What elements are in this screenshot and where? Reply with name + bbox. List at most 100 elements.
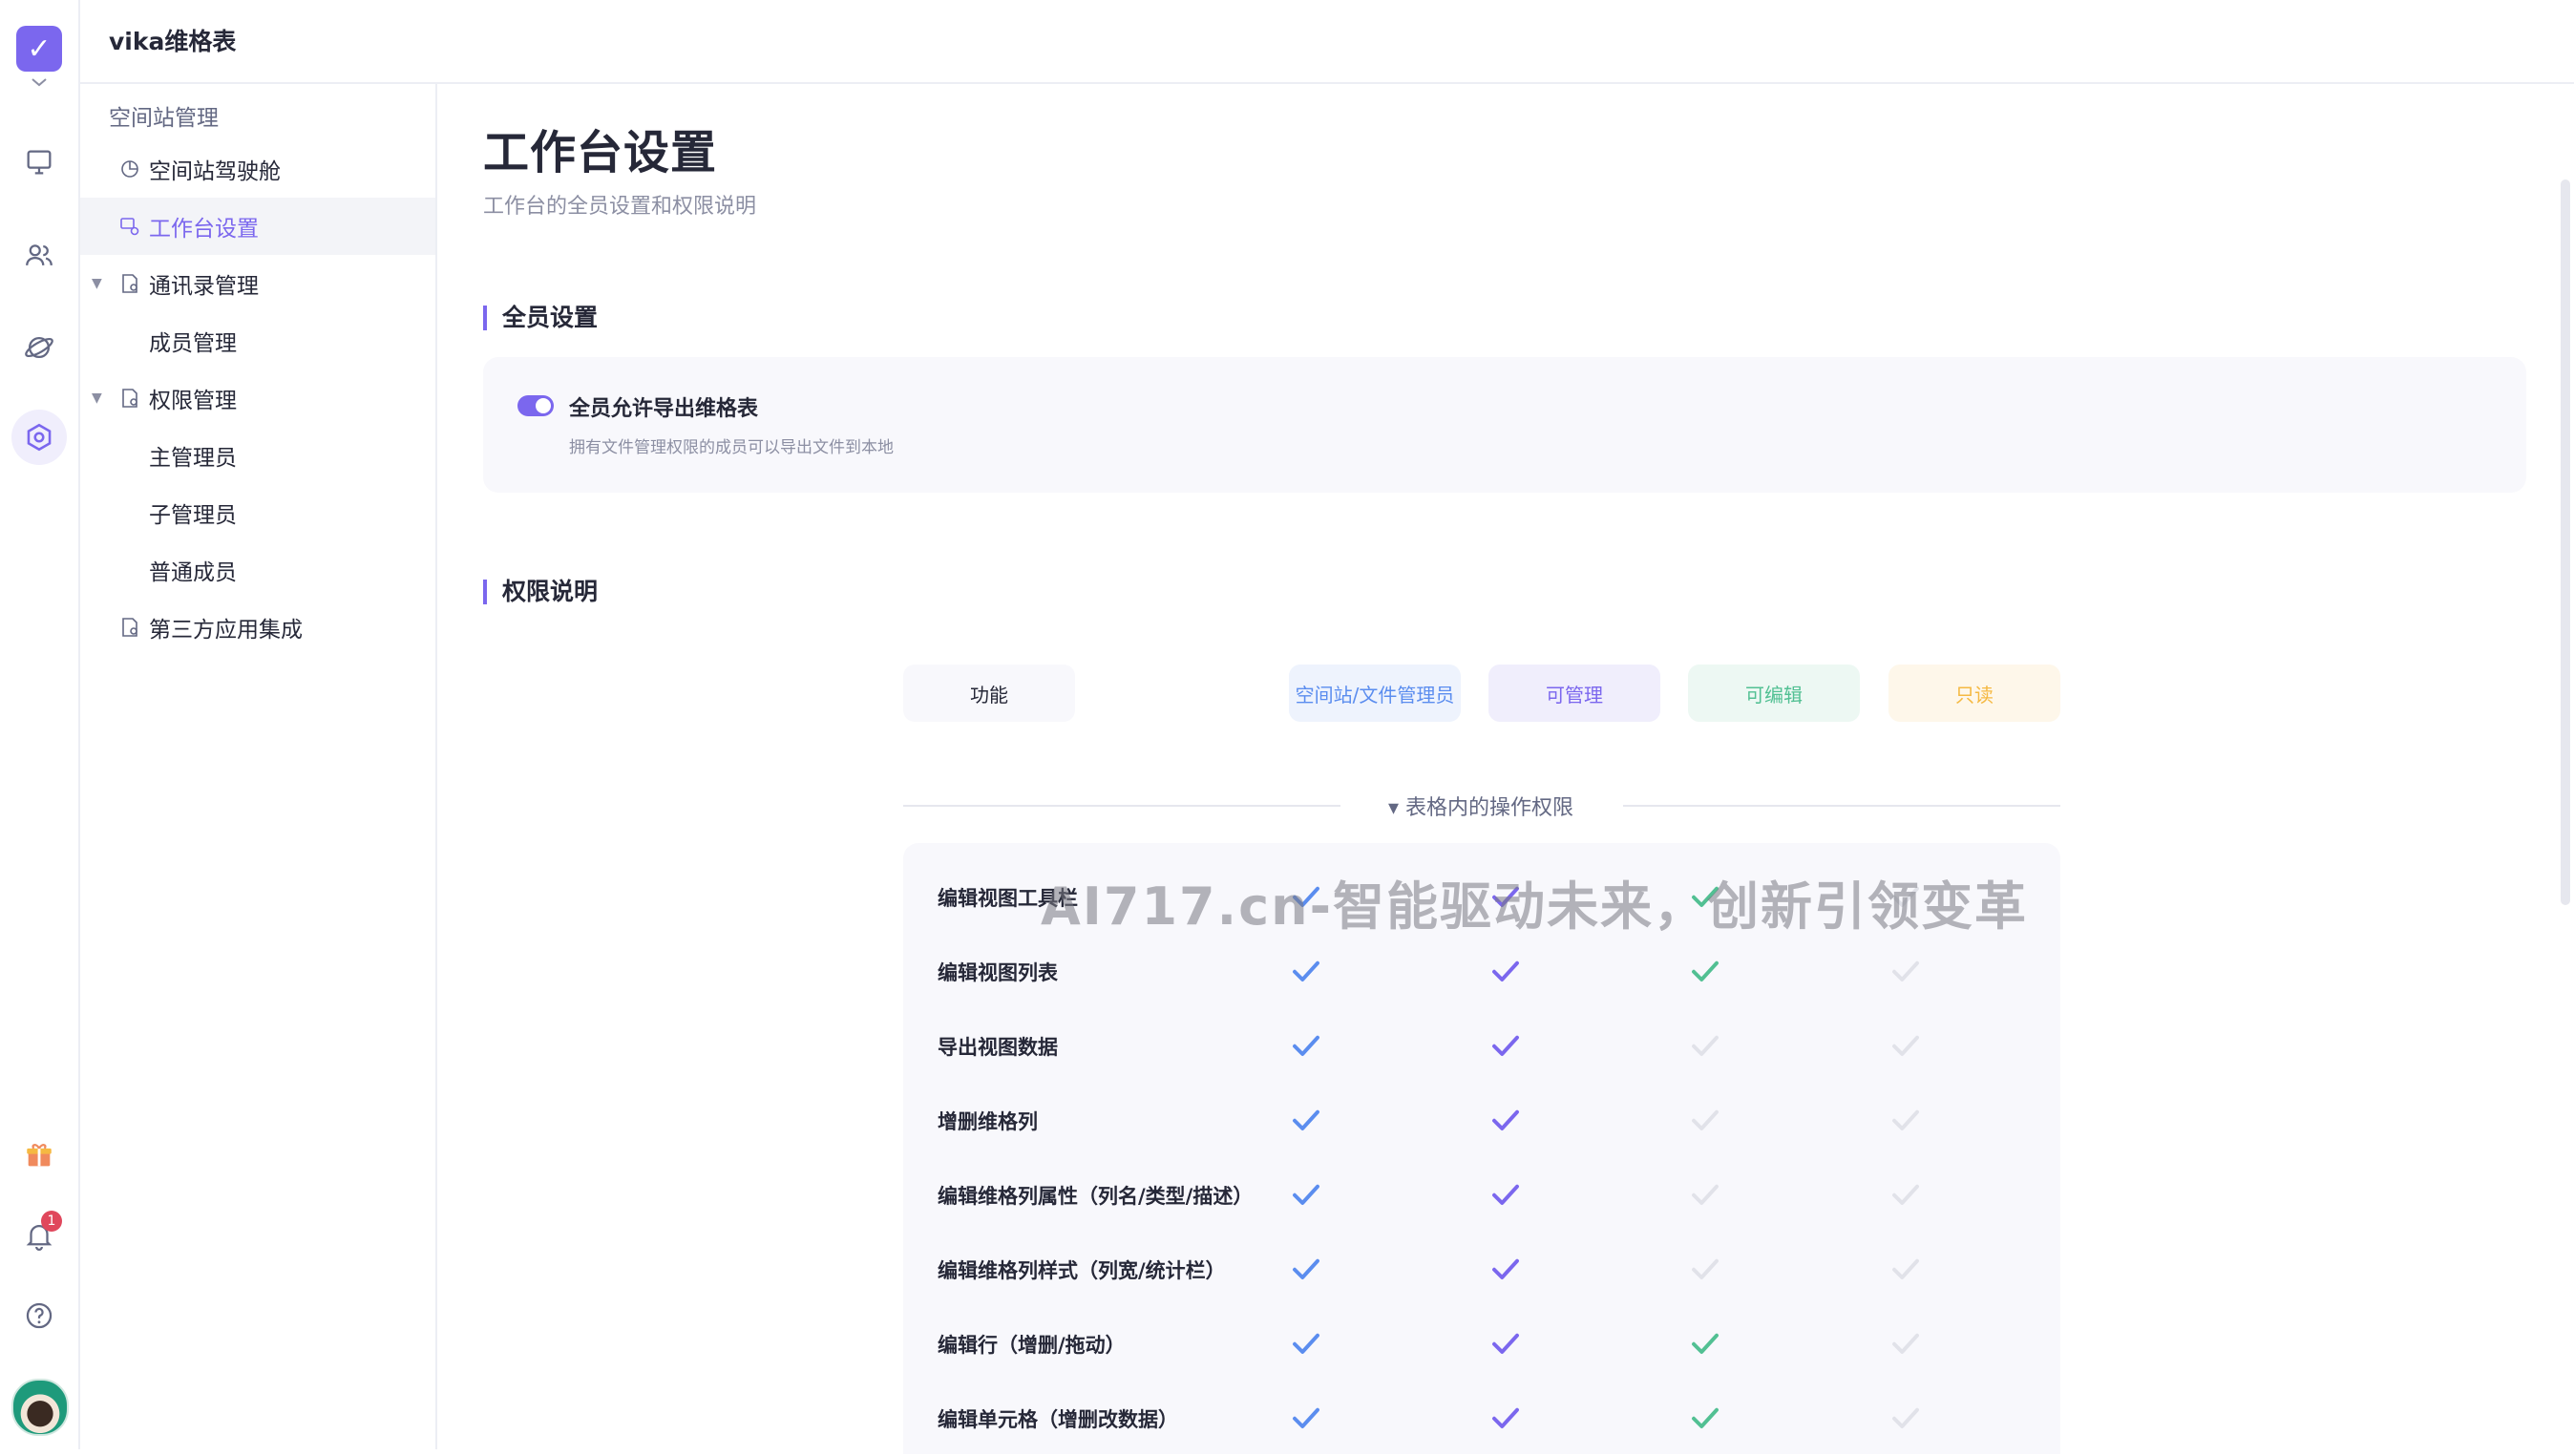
- column-header-editor: 可编辑: [1688, 665, 1860, 722]
- watermark-text: AI717.cn-智能驱动未来，创新引领变革: [1041, 876, 2028, 937]
- page-description: 工作台的全员设置和权限说明: [483, 195, 757, 219]
- notification-badge: 1: [41, 1211, 62, 1232]
- check-icon: [1492, 1035, 1519, 1056]
- check-icon: [1692, 960, 1719, 981]
- check-icon: [1492, 1258, 1519, 1279]
- permission-function-label: 编辑维格列样式（列宽/统计栏）: [938, 1259, 1226, 1282]
- check-disabled-icon: [1692, 1109, 1719, 1130]
- permission-function-label: 编辑行（增删/拖动）: [938, 1334, 1126, 1357]
- permission-function-label: 增删维格列: [938, 1110, 1038, 1133]
- column-header-admin: 空间站/文件管理员: [1289, 665, 1461, 722]
- export-toggle-label: 全员允许导出维格表: [569, 397, 759, 421]
- sidebar-item-permissions[interactable]: ▼ 权限管理: [80, 369, 435, 427]
- settings-sidebar: 空间站管理 空间站驾驶舱 工作台设置 ▼ 通讯录管理 成员管理 ▼ 权限管理 主…: [80, 84, 437, 1449]
- contacts-manage-icon: [122, 274, 137, 293]
- page-title: 工作台设置: [483, 126, 718, 179]
- check-icon: [1492, 1407, 1519, 1428]
- caret-down-icon[interactable]: ▼: [92, 390, 102, 406]
- check-disabled-icon: [1892, 960, 1919, 981]
- sidebar-item-contacts-manage[interactable]: ▼ 通讯录管理: [80, 255, 435, 312]
- permission-function-label: 导出视图数据: [938, 1036, 1058, 1059]
- sidebar-item-sub-admin[interactable]: 子管理员: [80, 484, 435, 541]
- check-disabled-icon: [1692, 1258, 1719, 1279]
- check-icon: [1692, 1407, 1719, 1428]
- space-settings-icon[interactable]: [11, 410, 67, 465]
- sidebar-item-label: 子管理员: [149, 503, 237, 528]
- permission-row: 增删维格列: [903, 1084, 2060, 1158]
- column-header-reader: 只读: [1888, 665, 2060, 722]
- sidebar-item-label: 工作台设置: [149, 217, 259, 242]
- section-heading-all-settings: 全员设置: [483, 306, 598, 330]
- check-icon: [1293, 1184, 1319, 1205]
- permission-row: 编辑维格列属性（列名/类型/描述）: [903, 1158, 2060, 1233]
- check-icon: [1293, 1035, 1319, 1056]
- check-disabled-icon: [1892, 1407, 1919, 1428]
- sidebar-section-title: 空间站管理: [109, 106, 219, 131]
- scrollbar[interactable]: [2561, 179, 2570, 905]
- user-avatar[interactable]: [11, 1379, 69, 1436]
- permission-row: 导出视图数据: [903, 1009, 2060, 1084]
- vika-logo[interactable]: ✓: [16, 26, 62, 72]
- sidebar-item-label: 普通成员: [149, 560, 237, 585]
- check-disabled-icon: [1692, 1184, 1719, 1205]
- column-header-function: 功能: [903, 665, 1075, 722]
- check-icon: [1492, 1109, 1519, 1130]
- check-icon: [1492, 1333, 1519, 1354]
- all-settings-card: 全员允许导出维格表 拥有文件管理权限的成员可以导出文件到本地: [483, 357, 2526, 493]
- check-icon: [1492, 960, 1519, 981]
- gift-icon[interactable]: [18, 1134, 60, 1176]
- check-icon: [1293, 960, 1319, 981]
- check-icon: [1293, 1333, 1319, 1354]
- workbench-icon[interactable]: [18, 141, 60, 183]
- help-icon[interactable]: [18, 1295, 60, 1337]
- sidebar-item-workbench-settings[interactable]: 工作台设置: [80, 198, 435, 255]
- top-bar: vika维格表: [80, 0, 2574, 84]
- sidebar-item-integrations[interactable]: 第三方应用集成: [80, 599, 435, 656]
- check-disabled-icon: [1892, 1258, 1919, 1279]
- check-disabled-icon: [1892, 1333, 1919, 1354]
- sidebar-item-label: 主管理员: [149, 446, 237, 471]
- section-heading-permissions: 权限说明: [483, 580, 598, 604]
- sidebar-item-dashboard[interactable]: 空间站驾驶舱: [80, 140, 435, 198]
- check-icon: [1293, 1407, 1319, 1428]
- notification-icon[interactable]: 1: [18, 1211, 62, 1256]
- permission-function-label: 编辑视图列表: [938, 961, 1058, 984]
- sidebar-item-regular-members[interactable]: 普通成员: [80, 541, 435, 599]
- main-content: 工作台设置 工作台的全员设置和权限说明 全员设置 全员允许导出维格表 拥有文件管…: [437, 84, 2574, 1454]
- left-rail: ✓ 1: [0, 0, 80, 1449]
- sidebar-item-label: 第三方应用集成: [149, 618, 303, 643]
- permission-function-label: 编辑维格列属性（列名/类型/描述）: [938, 1185, 1254, 1208]
- sidebar-item-label: 成员管理: [149, 331, 237, 356]
- sidebar-item-label: 通讯录管理: [149, 274, 259, 299]
- permission-row: 编辑单元格（增删改数据）: [903, 1382, 2060, 1456]
- check-icon: [1293, 1258, 1319, 1279]
- workbench-settings-icon: [120, 218, 139, 236]
- export-toggle-switch[interactable]: [517, 395, 554, 416]
- check-disabled-icon: [1892, 1184, 1919, 1205]
- caret-down-icon[interactable]: ▼: [92, 276, 102, 291]
- app-title: vika维格表: [109, 28, 237, 55]
- contacts-icon[interactable]: [18, 235, 60, 277]
- permission-function-label: 编辑单元格（增删改数据）: [938, 1408, 1178, 1431]
- check-icon: [1692, 1333, 1719, 1354]
- sidebar-item-label: 权限管理: [149, 389, 237, 413]
- check-icon: [1293, 1109, 1319, 1130]
- template-icon[interactable]: [18, 327, 60, 369]
- export-toggle-description: 拥有文件管理权限的成员可以导出文件到本地: [569, 438, 894, 457]
- check-disabled-icon: [1692, 1035, 1719, 1056]
- permission-row: 编辑视图列表: [903, 935, 2060, 1009]
- group-divider-right: [1623, 805, 2060, 807]
- check-disabled-icon: [1892, 1109, 1919, 1130]
- permission-row: 编辑维格列样式（列宽/统计栏）: [903, 1233, 2060, 1307]
- check-icon: [1492, 1184, 1519, 1205]
- permission-row: 编辑行（增删/拖动）: [903, 1307, 2060, 1382]
- group-title-table-ops[interactable]: ▾ 表格内的操作权限: [1388, 791, 1573, 821]
- column-header-manager: 可管理: [1488, 665, 1660, 722]
- permission-icon: [122, 389, 137, 408]
- sidebar-item-members[interactable]: 成员管理: [80, 312, 435, 369]
- dashboard-icon: [121, 160, 138, 178]
- sidebar-item-main-admin[interactable]: 主管理员: [80, 427, 435, 484]
- group-divider-left: [903, 805, 1340, 807]
- chevron-down-icon[interactable]: [30, 76, 49, 88]
- integration-icon: [122, 618, 137, 637]
